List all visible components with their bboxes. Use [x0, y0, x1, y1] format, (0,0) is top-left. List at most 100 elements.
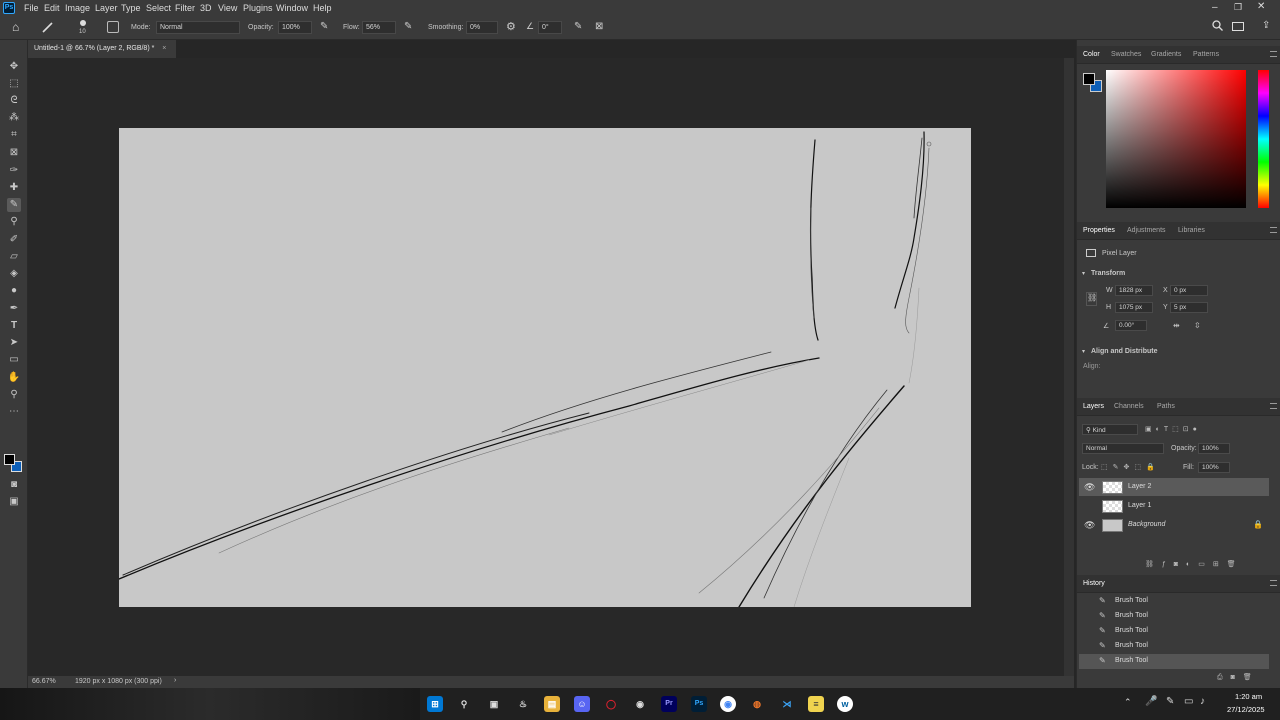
- frame-tool-icon[interactable]: ⊠: [7, 146, 21, 160]
- pressure-opacity-icon[interactable]: ✎: [320, 21, 328, 32]
- gear-icon[interactable]: ⚙: [506, 20, 516, 33]
- quick-mask-icon[interactable]: ◙: [7, 478, 21, 492]
- history-item[interactable]: ✎ Brush Tool: [1079, 609, 1269, 624]
- vertical-scrollbar[interactable]: [1064, 58, 1074, 676]
- eyedropper-tool-icon[interactable]: ✑: [7, 164, 21, 178]
- menu-plugins[interactable]: Plugins: [243, 3, 273, 13]
- tab-properties[interactable]: Properties: [1083, 227, 1115, 234]
- rotation-input[interactable]: 0.00°: [1115, 320, 1147, 331]
- menu-file[interactable]: File: [24, 3, 39, 13]
- menu-select[interactable]: Select: [146, 3, 171, 13]
- flow-input[interactable]: 56%: [362, 21, 396, 34]
- pen-tray-icon[interactable]: ✎: [1166, 696, 1174, 707]
- layer-filter-select[interactable]: ⚲ Kind: [1082, 424, 1138, 435]
- panel-menu-icon[interactable]: [1270, 227, 1277, 233]
- type-tool-icon[interactable]: T: [7, 319, 21, 333]
- task-view-icon[interactable]: ▣: [486, 696, 502, 712]
- status-menu-arrow[interactable]: ›: [174, 677, 176, 684]
- layer-name[interactable]: Layer 1: [1128, 502, 1151, 509]
- photoshop-logo[interactable]: Ps: [3, 2, 15, 14]
- chrome-icon[interactable]: ◉: [720, 696, 736, 712]
- fill-input[interactable]: 100%: [1198, 462, 1230, 473]
- transform-chevron-icon[interactable]: ▾: [1082, 270, 1085, 277]
- layer-opacity-input[interactable]: 100%: [1198, 443, 1230, 454]
- lock-icons[interactable]: ⬚✎✥⬚🔒: [1101, 463, 1160, 471]
- smoothing-input[interactable]: 0%: [466, 21, 498, 34]
- home-icon[interactable]: ⌂: [12, 20, 19, 34]
- link-icon[interactable]: ⛓: [1086, 292, 1097, 306]
- opacity-input[interactable]: 100%: [278, 21, 312, 34]
- discord-icon[interactable]: ☺: [574, 696, 590, 712]
- minimize-icon[interactable]: –: [1212, 2, 1218, 13]
- tab-channels[interactable]: Channels: [1114, 403, 1144, 410]
- share-icon[interactable]: ⇪: [1262, 20, 1270, 31]
- color-picker-field[interactable]: [1106, 70, 1246, 208]
- screen-mode-icon[interactable]: ▣: [7, 495, 21, 509]
- menu-3d[interactable]: 3D: [200, 3, 212, 13]
- height-input[interactable]: 1075 px: [1115, 302, 1153, 313]
- search-icon[interactable]: [1212, 20, 1223, 31]
- eraser-tool-icon[interactable]: ▱: [7, 250, 21, 264]
- tab-paths[interactable]: Paths: [1157, 403, 1175, 410]
- tab-color[interactable]: Color: [1083, 51, 1100, 58]
- hand-tool-icon[interactable]: ✋: [7, 371, 21, 385]
- y-input[interactable]: 5 px: [1170, 302, 1208, 313]
- tab-libraries[interactable]: Libraries: [1178, 227, 1205, 234]
- dodge-tool-icon[interactable]: ●: [7, 284, 21, 298]
- workspace-icon[interactable]: [1232, 22, 1244, 31]
- history-item[interactable]: ✎ Brush Tool: [1079, 594, 1269, 609]
- vscode-icon[interactable]: ⋊: [779, 696, 795, 712]
- panel-foreground-swatch[interactable]: [1083, 73, 1095, 85]
- canvas[interactable]: [118, 128, 971, 608]
- network-icon[interactable]: ▭: [1184, 696, 1193, 707]
- angle-input[interactable]: 0°: [538, 21, 562, 34]
- menu-filter[interactable]: Filter: [175, 3, 195, 13]
- premiere-icon[interactable]: Pr: [661, 696, 677, 712]
- clock-date[interactable]: 27/12/2025: [1227, 705, 1265, 714]
- layer-name[interactable]: Background: [1128, 521, 1165, 528]
- eye-icon[interactable]: 👁: [1084, 520, 1095, 530]
- healing-tool-icon[interactable]: ✚: [7, 181, 21, 195]
- menu-help[interactable]: Help: [313, 3, 332, 13]
- layer-row[interactable]: 👁 Layer 2: [1079, 478, 1269, 496]
- magic-wand-tool-icon[interactable]: ⁂: [7, 111, 21, 125]
- photoshop-taskbar-icon[interactable]: Ps: [691, 696, 707, 712]
- layer-action-icons[interactable]: ⛓ƒ◙◐▭⊞🗑: [1145, 560, 1244, 568]
- blend-mode-select[interactable]: Normal: [1082, 443, 1164, 454]
- panel-menu-icon[interactable]: [1270, 403, 1277, 409]
- clock-time[interactable]: 1:20 am: [1235, 692, 1262, 701]
- zoom-tool-icon[interactable]: ⚲: [7, 388, 21, 402]
- flip-horizontal-icon[interactable]: ⇹: [1173, 321, 1180, 330]
- history-item[interactable]: ✎ Brush Tool: [1079, 654, 1269, 669]
- layer-filter-icons[interactable]: ▣◐T⬚⊡●: [1145, 425, 1201, 433]
- brush-tool-icon[interactable]: ✎: [7, 198, 21, 212]
- obs-icon[interactable]: ◉: [632, 696, 648, 712]
- lasso-tool-icon[interactable]: ᘓ: [7, 94, 21, 108]
- explorer-icon[interactable]: ▤: [544, 696, 560, 712]
- brush-panel-icon[interactable]: [107, 21, 119, 33]
- panel-menu-icon[interactable]: [1270, 51, 1277, 57]
- menu-view[interactable]: View: [218, 3, 237, 13]
- pen-tool-icon[interactable]: ✒: [7, 302, 21, 316]
- menu-window[interactable]: Window: [276, 3, 308, 13]
- history-action-icons[interactable]: ⎙◙🗑: [1217, 673, 1260, 682]
- hue-slider[interactable]: [1258, 70, 1269, 208]
- crop-tool-icon[interactable]: ⌗: [7, 128, 21, 142]
- history-item[interactable]: ✎ Brush Tool: [1079, 624, 1269, 639]
- layer-row[interactable]: 👁 Background 🔒: [1079, 516, 1269, 534]
- airbrush-icon[interactable]: ✎: [404, 21, 412, 32]
- start-icon[interactable]: ⊞: [427, 696, 443, 712]
- tab-gradients[interactable]: Gradients: [1151, 51, 1181, 58]
- more-tools-icon[interactable]: ⋯: [7, 405, 21, 419]
- menu-image[interactable]: Image: [65, 3, 90, 13]
- brush-dot-icon[interactable]: [80, 20, 86, 26]
- tab-patterns[interactable]: Patterns: [1193, 51, 1219, 58]
- stamp-tool-icon[interactable]: ⚲: [7, 215, 21, 229]
- bucket-tool-icon[interactable]: ◈: [7, 267, 21, 281]
- menu-edit[interactable]: Edit: [44, 3, 60, 13]
- tab-swatches[interactable]: Swatches: [1111, 51, 1141, 58]
- zoom-level[interactable]: 66.67%: [32, 678, 56, 685]
- x-input[interactable]: 0 px: [1170, 285, 1208, 296]
- pressure-size-icon[interactable]: ✎: [574, 21, 582, 32]
- blender-icon[interactable]: ◍: [749, 696, 765, 712]
